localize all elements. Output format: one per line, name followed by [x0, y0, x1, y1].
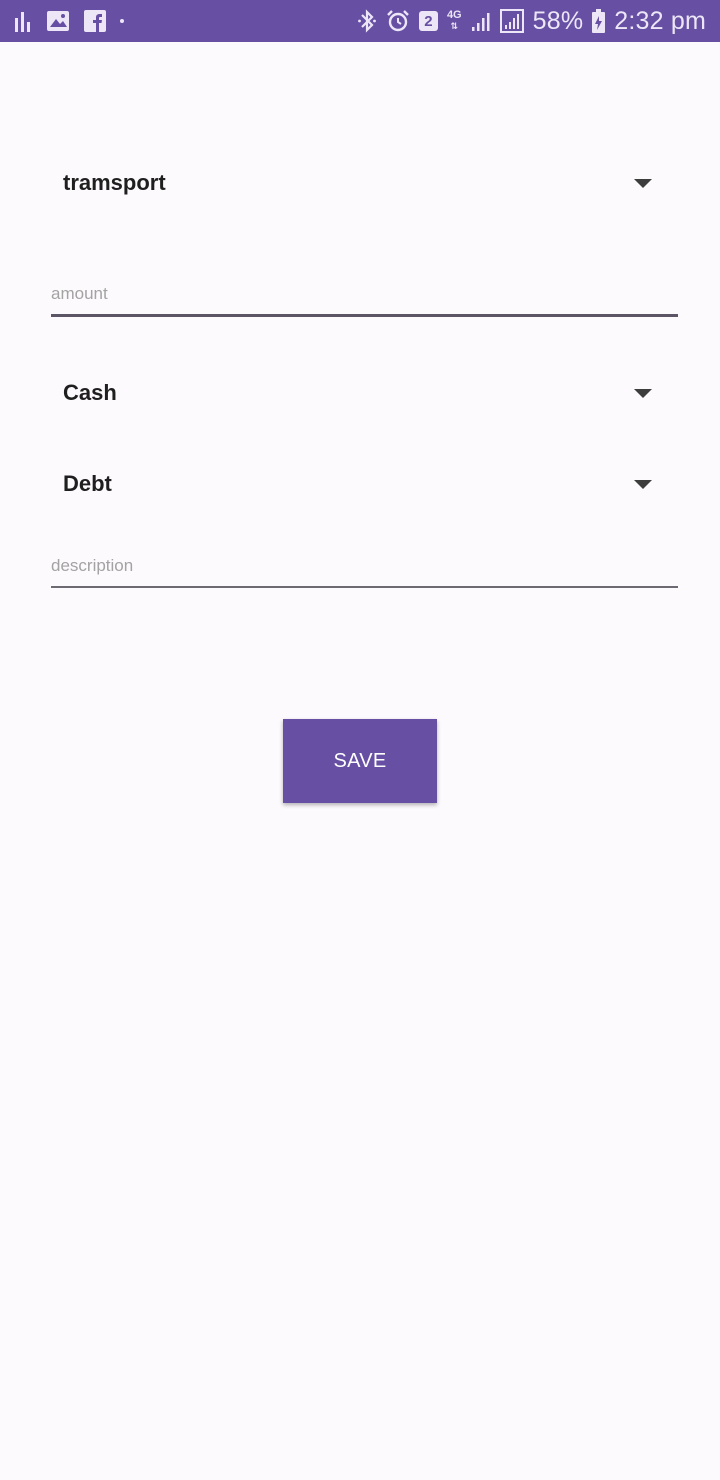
dropdown-arrow-icon [634, 479, 652, 489]
dropdown-arrow-icon [634, 388, 652, 398]
account-spinner[interactable]: Cash [51, 363, 678, 423]
category-spinner[interactable]: tramsport [51, 153, 678, 213]
image-icon [46, 10, 70, 32]
battery-charging-icon [592, 9, 606, 33]
dropdown-arrow-icon [634, 178, 652, 188]
description-field-container [51, 551, 678, 588]
category-spinner-value: tramsport [63, 170, 166, 195]
amount-field-container [51, 279, 678, 317]
dot-icon [120, 19, 124, 23]
type-spinner-value: Debt [63, 471, 112, 496]
bluetooth-icon [357, 9, 377, 33]
description-field[interactable] [51, 551, 678, 581]
alarm-icon [386, 9, 410, 33]
description-field-underline [51, 586, 678, 588]
network-4g-icon: 4G ⇅ [446, 9, 462, 32]
battery-percent: 58% [532, 6, 584, 35]
amount-field[interactable] [51, 279, 678, 309]
status-bar-system: 2 4G ⇅ 58% 2:32 pm [348, 0, 706, 42]
status-bar: 2 4G ⇅ 58% 2:32 pm [0, 0, 720, 42]
save-button[interactable]: SAVE [283, 719, 437, 803]
status-time: 2:32 pm [614, 6, 706, 35]
bar-chart-icon [14, 10, 32, 32]
type-spinner[interactable]: Debt [51, 454, 678, 514]
signal-icon [499, 9, 524, 33]
sim-badge-icon: 2 [418, 11, 438, 31]
amount-field-underline [51, 314, 678, 317]
facebook-icon [84, 10, 106, 32]
account-spinner-value: Cash [63, 380, 117, 405]
signal-icon [471, 10, 491, 32]
status-bar-notifications [14, 0, 138, 42]
